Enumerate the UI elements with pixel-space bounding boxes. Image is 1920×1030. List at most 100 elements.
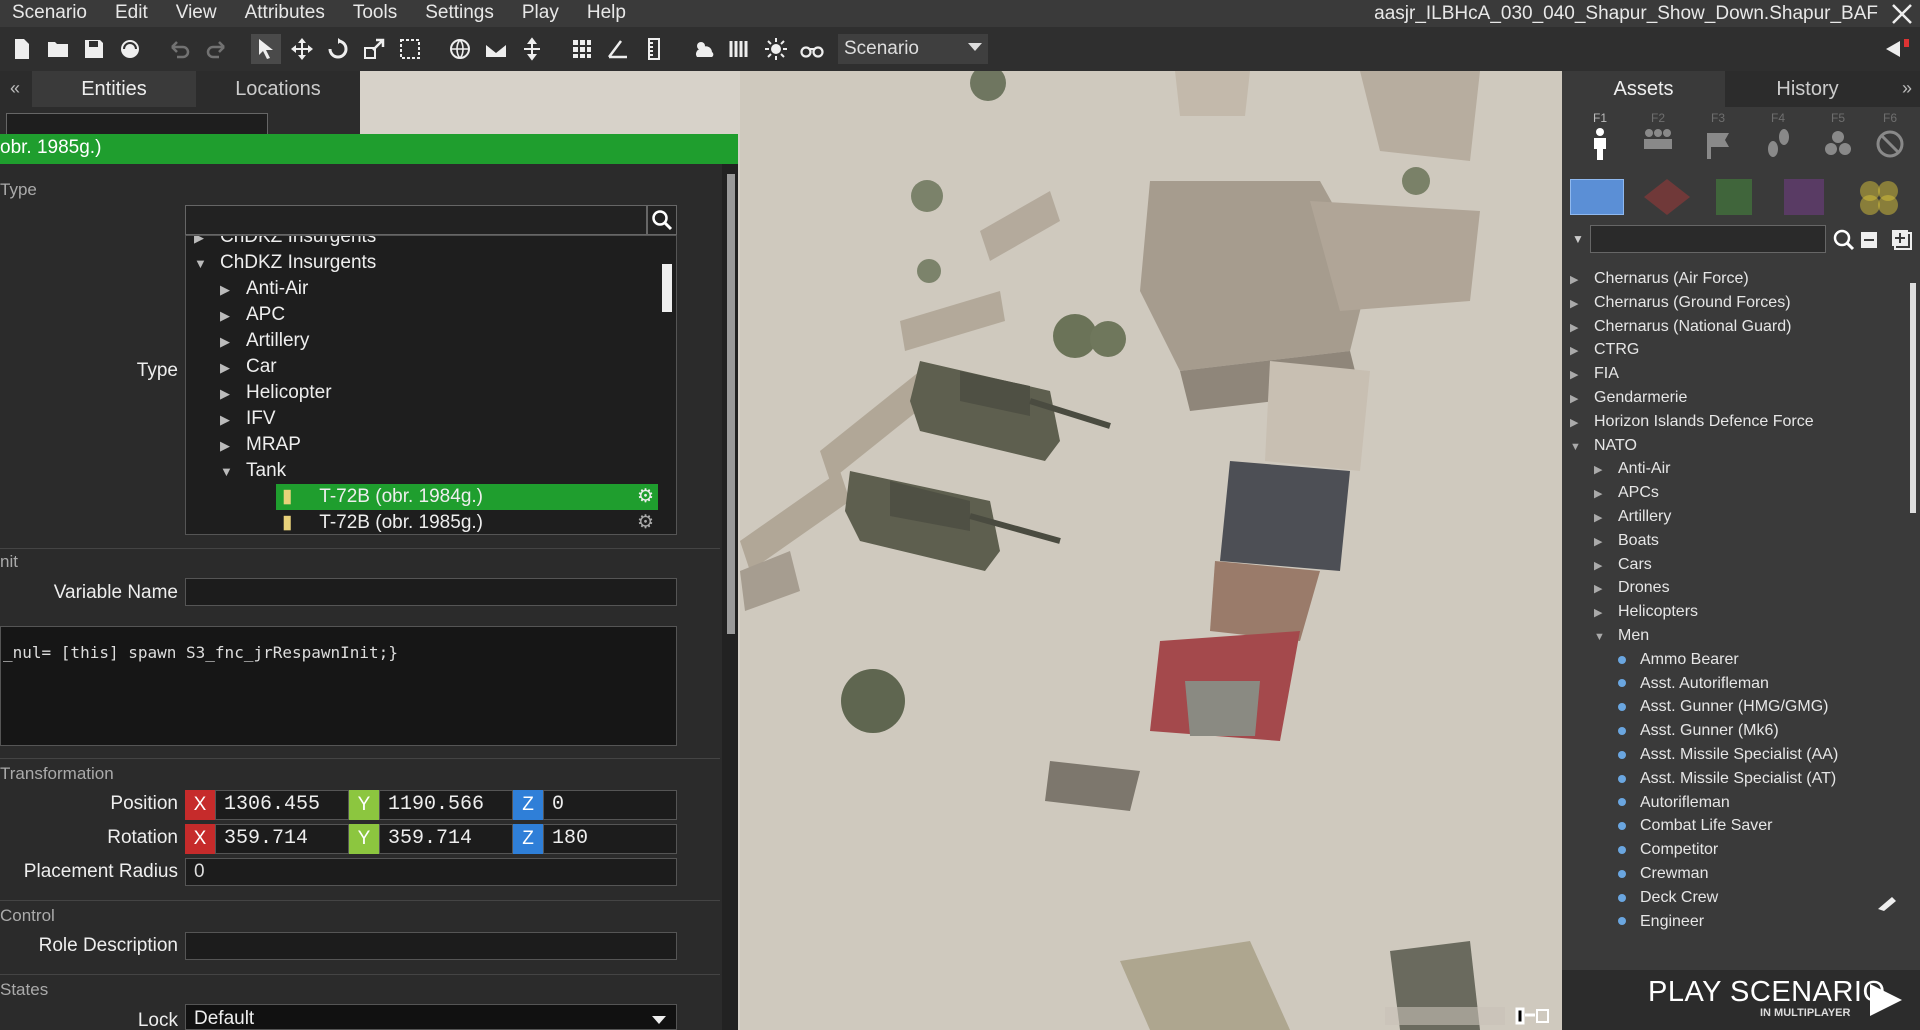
move-icon[interactable] (287, 34, 317, 64)
position-x-input[interactable]: 1306.455 (215, 790, 349, 820)
tab-assets[interactable]: Assets (1562, 71, 1725, 107)
side-civilian-swatch[interactable] (1784, 179, 1824, 215)
tree-item[interactable]: ▶ Helicopter (220, 380, 332, 406)
asset-tree-item[interactable]: Combat Life Saver (1618, 814, 1773, 838)
assets-scrollbar-thumb[interactable] (1910, 283, 1916, 513)
binoculars-icon[interactable] (797, 34, 827, 64)
angle-snap-icon[interactable] (603, 34, 633, 64)
select-icon[interactable] (251, 34, 281, 64)
tree-item-chdkz[interactable]: ▼ ChDKZ Insurgents (194, 250, 376, 276)
notification-icon[interactable] (1884, 35, 1912, 63)
tree-item[interactable]: ▶ MRAP (220, 432, 301, 458)
tree-item[interactable]: ▮ T-72B (obr. 1985g.) ⚙ (276, 510, 658, 534)
tree-item[interactable]: ▶ Car (220, 354, 277, 380)
assets-search-input[interactable] (1590, 225, 1826, 253)
asset-tree-item[interactable]: Deck Crew (1618, 886, 1718, 910)
asset-tree-item[interactable]: Autorifleman (1618, 791, 1730, 815)
tree-item[interactable]: ▶ Anti-Air (220, 276, 308, 302)
assets-tree[interactable]: ▶ Chernarus (Air Force) ▶ Chernarus (Ground… (1562, 267, 1902, 997)
tree-scrollbar-thumb[interactable] (662, 264, 672, 312)
asset-tree-item[interactable]: Asst. Autorifleman (1618, 672, 1769, 696)
asset-tree-item[interactable]: Asst. Gunner (HMG/GMG) (1618, 695, 1828, 719)
tree-item[interactable]: ▶ APC (220, 302, 285, 328)
tree-item[interactable]: ▶ IFV (220, 406, 276, 432)
lock-select[interactable]: Default (185, 1004, 677, 1030)
position-z-input[interactable]: 0 (543, 790, 677, 820)
variable-name-input[interactable] (185, 578, 677, 606)
asset-tree-item[interactable]: Engineer (1618, 910, 1704, 934)
menu-attributes[interactable]: Attributes (231, 0, 339, 27)
map-textures-icon[interactable] (725, 34, 755, 64)
asset-tree-item[interactable]: ▶ Chernarus (Ground Forces) (1570, 291, 1791, 315)
side-blufor-swatch[interactable] (1570, 179, 1624, 215)
expand-all-icon[interactable] (1890, 228, 1914, 252)
category-objects-tab[interactable]: F1 (1570, 111, 1630, 161)
menu-tools[interactable]: Tools (339, 0, 411, 27)
vertical-mode-icon[interactable] (517, 34, 547, 64)
asset-tree-item[interactable]: ▼ NATO (1570, 434, 1637, 458)
close-icon[interactable] (1890, 2, 1914, 26)
attributes-scrollbar[interactable] (727, 174, 735, 634)
ruler-icon[interactable] (639, 34, 669, 64)
collapse-all-icon[interactable] (1860, 231, 1878, 249)
role-description-input[interactable] (185, 932, 677, 960)
asset-tree-item[interactable]: ▶ Helicopters (1594, 600, 1698, 624)
open-folder-icon[interactable] (43, 34, 73, 64)
asset-tree-item[interactable]: ▼ Men (1594, 624, 1649, 648)
grid-icon[interactable] (567, 34, 597, 64)
mode-select[interactable]: Scenario (838, 34, 988, 64)
side-empty-swatch[interactable] (1852, 179, 1906, 215)
type-search-input[interactable] (185, 205, 647, 235)
asset-tree-item[interactable]: ▶ Chernarus (Air Force) (1570, 267, 1749, 291)
menu-scenario[interactable]: Scenario (0, 0, 101, 27)
collapse-panel-button[interactable]: « (10, 78, 20, 99)
tab-entities[interactable]: Entities (32, 71, 196, 107)
asset-tree-item[interactable]: ▶ Cars (1594, 553, 1652, 577)
rotation-z-input[interactable]: 180 (543, 824, 677, 854)
asset-tree-item[interactable]: Asst. Gunner (Mk6) (1618, 719, 1779, 743)
chevron-down-icon[interactable]: ▼ (1572, 232, 1584, 246)
category-markers-tab[interactable]: F5 (1808, 111, 1868, 161)
undo-icon[interactable] (165, 34, 195, 64)
asset-tree-item[interactable]: ▶ Gendarmerie (1570, 386, 1687, 410)
tab-history[interactable]: History (1725, 71, 1890, 107)
tab-locations[interactable]: Locations (196, 71, 360, 107)
save-icon[interactable] (79, 34, 109, 64)
attributes-header[interactable]: obr. 1985g.) (0, 134, 738, 164)
asset-tree-item[interactable]: ▶ Horizon Islands Defence Force (1570, 410, 1814, 434)
asset-tree-item[interactable]: ▶ APCs (1594, 481, 1659, 505)
tree-item-selected[interactable]: ▮ T-72B (obr. 1984g.) ⚙ (276, 484, 658, 510)
search-icon[interactable] (1832, 228, 1856, 252)
globe-icon[interactable] (445, 34, 475, 64)
rotation-y-input[interactable]: 359.714 (379, 824, 513, 854)
menu-help[interactable]: Help (573, 0, 640, 27)
expand-panel-button[interactable]: » (1902, 78, 1912, 99)
viewport-status-widget[interactable] (1385, 1005, 1550, 1027)
asset-tree-item[interactable]: ▶ CTRG (1570, 338, 1639, 362)
asset-tree-item[interactable]: Asst. Missile Specialist (AA) (1618, 743, 1838, 767)
asset-tree-item[interactable]: Ammo Bearer (1618, 648, 1739, 672)
redo-icon[interactable] (201, 34, 231, 64)
asset-tree-item[interactable]: Crewman (1618, 862, 1708, 886)
placement-radius-input[interactable]: 0 (185, 858, 677, 886)
rotate-icon[interactable] (323, 34, 353, 64)
menu-edit[interactable]: Edit (101, 0, 162, 27)
tree-item[interactable]: ▶ Artillery (220, 328, 309, 354)
entities-search-input[interactable] (6, 113, 268, 135)
area-select-icon[interactable] (395, 34, 425, 64)
asset-tree-item[interactable]: ▶ Boats (1594, 529, 1659, 553)
type-tree[interactable]: ▶ ChDKZ Insurgents ▼ ChDKZ Insurgents ▶ Ant… (185, 235, 677, 535)
asset-tree-item[interactable]: Competitor (1618, 838, 1718, 862)
tree-item-tank[interactable]: ▼ Tank (220, 458, 286, 484)
side-independent-swatch[interactable] (1716, 179, 1752, 215)
category-groups-tab[interactable]: F2 (1628, 111, 1688, 161)
play-scenario-bar[interactable]: PLAY SCENARIO IN MULTIPLAYER (1562, 970, 1920, 1030)
asset-tree-item[interactable]: ▶ Chernarus (National Guard) (1570, 315, 1791, 339)
rotation-x-input[interactable]: 359.714 (215, 824, 349, 854)
category-modules-tab[interactable]: F3 (1688, 111, 1748, 161)
weather-icon[interactable] (689, 34, 719, 64)
surface-snap-icon[interactable] (481, 34, 511, 64)
menu-play[interactable]: Play (508, 0, 573, 27)
new-file-icon[interactable] (7, 34, 37, 64)
scrollbar-thumb[interactable] (727, 174, 735, 634)
